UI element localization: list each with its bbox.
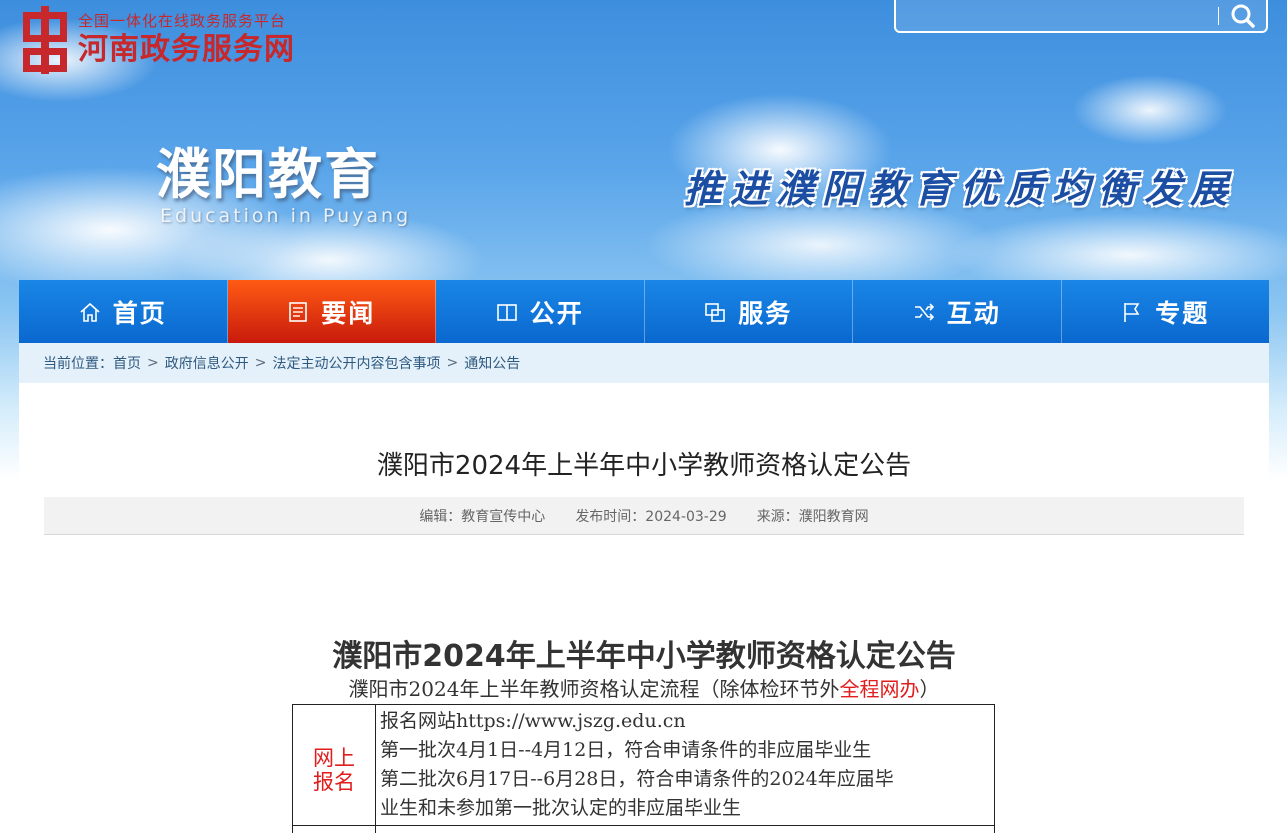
search-input[interactable] (902, 2, 1202, 28)
gov-emblem-icon (23, 6, 67, 74)
nav-item-service[interactable]: 服务 (645, 280, 853, 343)
breadcrumb-link-legal[interactable]: 法定主动公开内容包含事项 (272, 353, 440, 373)
gov-portal-tagline: 全国一体化在线政务服务平台 (78, 12, 287, 30)
nav-item-label: 公开 (529, 298, 584, 328)
table-row-content: 报名网站https://www.jszg.edu.cn 第一批次4月1日--4月… (375, 704, 995, 826)
flag-icon (1124, 302, 1140, 322)
nav-item-public[interactable]: 公开 (436, 280, 645, 343)
book-icon (496, 303, 517, 321)
article-publish-time: 发布时间：2024-03-29 (575, 508, 727, 525)
content-line: 报名网站https://www.jszg.edu.cn (380, 710, 686, 732)
site-title: 濮阳教育 (156, 143, 380, 206)
table-row (292, 825, 995, 833)
search-box (894, 0, 1268, 33)
document-subheading-end: ） (919, 677, 940, 701)
article-title: 濮阳市2024年上半年中小学教师资格认定公告 (376, 451, 912, 481)
label-line: 网上 (313, 746, 355, 770)
service-icon (705, 302, 726, 322)
nav-item-label: 专题 (1155, 298, 1210, 328)
process-table: 网上 报名 报名网站https://www.jszg.edu.cn 第一批次4月… (292, 704, 995, 833)
table-cell (292, 825, 376, 833)
article-editor: 编辑：教育宣传中心 (419, 508, 546, 525)
breadcrumb-prefix: 当前位置： (43, 356, 113, 372)
breadcrumb-separator: > (254, 355, 267, 371)
table-row-label: 网上 报名 (292, 704, 376, 826)
content-line: 第一批次4月1日--4月12日，符合申请条件的非应届毕业生 (380, 739, 872, 761)
news-icon (289, 301, 308, 322)
table-cell (375, 825, 995, 833)
breadcrumb-separator: > (147, 355, 159, 371)
nav-item-topics[interactable]: 专题 (1062, 280, 1270, 343)
document-subheading-highlight: 全程网办 (839, 677, 920, 701)
main-nav: 首页 要闻 公开 服务 互动 专题 (19, 280, 1269, 343)
shuffle-icon (914, 302, 934, 321)
article-content: 濮阳市2024年上半年中小学教师资格认定公告 编辑：教育宣传中心 发布时间：20… (19, 383, 1269, 833)
article-source: 来源：濮阳教育网 (756, 508, 869, 525)
nav-item-interact[interactable]: 互动 (853, 280, 1062, 343)
nav-item-label: 互动 (946, 298, 1001, 328)
breadcrumb-link-gov-info[interactable]: 政府信息公开 (165, 353, 249, 373)
nav-item-label: 首页 (112, 298, 167, 328)
breadcrumb-separator: > (446, 355, 459, 371)
breadcrumb-link-notices[interactable]: 通知公告 (464, 353, 520, 373)
nav-item-label: 要闻 (321, 298, 376, 328)
document-heading: 濮阳市2024年上半年中小学教师资格认定公告 (332, 639, 956, 674)
gov-portal-logo[interactable]: 全国一体化在线政务服务平台 河南政务服务网 (20, 4, 295, 76)
home-icon (80, 302, 100, 322)
slogan: 推进濮阳教育优质均衡发展 (684, 167, 1237, 211)
document-subheading: 濮阳市2024年上半年教师资格认定流程（除体检环节外全程网办） (19, 673, 1269, 702)
nav-item-news[interactable]: 要闻 (227, 280, 436, 343)
document-subheading-text: 濮阳市2024年上半年教师资格认定流程（除体检环节外 (348, 677, 840, 701)
site-subtitle: Education in Puyang (160, 205, 412, 227)
article-meta: 编辑：教育宣传中心 发布时间：2024-03-29 来源：濮阳教育网 (44, 497, 1244, 535)
search-divider (1218, 7, 1219, 25)
content-line: 第二批次6月17日--6月28日，符合申请条件的2024年应届毕 (380, 768, 894, 790)
nav-item-label: 服务 (738, 298, 793, 328)
label-line: 报名 (313, 770, 355, 794)
breadcrumb: 当前位置： 首页 > 政府信息公开 > 法定主动公开内容包含事项 > 通知公告 (19, 343, 1269, 383)
content-line: 业生和未参加第一批次认定的非应届毕业生 (380, 797, 742, 819)
nav-item-home[interactable]: 首页 (19, 280, 228, 343)
table-row: 网上 报名 报名网站https://www.jszg.edu.cn 第一批次4月… (292, 704, 995, 826)
gov-portal-name: 河南政务服务网 (78, 32, 295, 67)
breadcrumb-link-home[interactable]: 首页 (113, 353, 141, 373)
search-icon[interactable] (1226, 2, 1260, 30)
